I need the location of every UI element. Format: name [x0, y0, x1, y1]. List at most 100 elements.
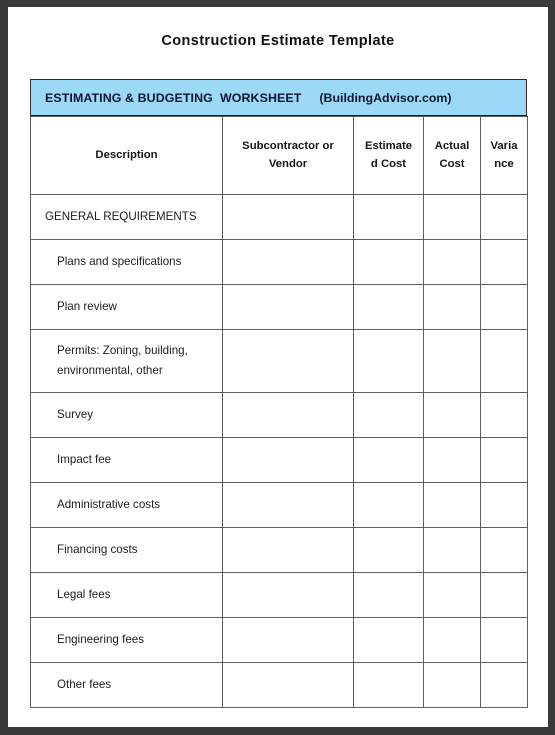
- page-title: Construction Estimate Template: [161, 33, 395, 49]
- table-row: Survey: [30, 392, 528, 438]
- column-header-estimated-cost-line1: Estimate: [364, 140, 413, 152]
- row-actual-cost-cell[interactable]: [423, 392, 481, 438]
- row-description-cell: Legal fees: [30, 572, 223, 618]
- row-actual-cost-cell[interactable]: [423, 329, 481, 393]
- table-body: GENERAL REQUIREMENTS Plans and specificat…: [30, 194, 528, 708]
- column-header-subcontractor: Subcontractor or Vendor: [222, 116, 354, 195]
- row-description-cell: Permits: Zoning, building, environmental,…: [30, 329, 223, 393]
- row-actual-cost-cell[interactable]: [423, 527, 481, 573]
- table-row: Administrative costs: [30, 482, 528, 528]
- row-estimated-cost-cell[interactable]: [353, 617, 424, 663]
- column-header-actual-cost: Actual Cost: [423, 116, 481, 195]
- row-subcontractor-cell[interactable]: [222, 392, 354, 438]
- estimating-worksheet: ESTIMATING & BUDGETING WORKSHEET (Buildi…: [30, 79, 528, 708]
- row-description-cell: Plans and specifications: [30, 239, 223, 285]
- row-description-cell: Other fees: [30, 662, 223, 708]
- estimate-table: Description Subcontractor or Vendor Esti…: [30, 116, 528, 708]
- row-variance-cell[interactable]: [480, 527, 528, 573]
- row-estimated-cost-cell[interactable]: [353, 392, 424, 438]
- table-row: Impact fee: [30, 437, 528, 483]
- table-header: Description Subcontractor or Vendor Esti…: [30, 116, 528, 195]
- row-subcontractor-cell[interactable]: [222, 572, 354, 618]
- row-estimated-cost-cell[interactable]: [353, 527, 424, 573]
- row-subcontractor-cell[interactable]: [222, 329, 354, 393]
- table-row: Plan review: [30, 284, 528, 330]
- row-estimated-cost-cell[interactable]: [353, 662, 424, 708]
- column-header-subcontractor-line2: Vendor: [268, 157, 308, 170]
- row-description-label: Engineering fees: [57, 632, 145, 646]
- row-actual-cost-cell[interactable]: [423, 239, 481, 285]
- row-actual-cost-cell[interactable]: [423, 284, 481, 330]
- row-description-label: Plans and specifications: [57, 254, 182, 268]
- row-subcontractor-cell[interactable]: [222, 662, 354, 708]
- row-actual-cost-cell[interactable]: [423, 662, 481, 708]
- row-estimated-cost-cell[interactable]: [353, 194, 424, 240]
- column-header-variance-line1: Varia: [490, 140, 518, 152]
- row-variance-cell[interactable]: [480, 329, 528, 393]
- row-description-cell: Financing costs: [30, 527, 223, 573]
- worksheet-banner-title: ESTIMATING & BUDGETING WORKSHEET: [45, 90, 302, 105]
- row-subcontractor-cell[interactable]: [222, 617, 354, 663]
- row-subcontractor-cell[interactable]: [222, 194, 354, 240]
- row-description-cell: Impact fee: [30, 437, 223, 483]
- row-description-cell: Administrative costs: [30, 482, 223, 528]
- table-row: Plans and specifications: [30, 239, 528, 285]
- table-row: Legal fees: [30, 572, 528, 618]
- row-description-cell: Plan review: [30, 284, 223, 330]
- row-actual-cost-cell[interactable]: [423, 572, 481, 618]
- row-description-cell: Engineering fees: [30, 617, 223, 663]
- row-description-label: Permits: Zoning, building,: [57, 343, 188, 357]
- row-description-label: Financing costs: [57, 542, 138, 556]
- row-variance-cell[interactable]: [480, 437, 528, 483]
- row-variance-cell[interactable]: [480, 572, 528, 618]
- row-estimated-cost-cell[interactable]: [353, 239, 424, 285]
- row-actual-cost-cell[interactable]: [423, 617, 481, 663]
- row-subcontractor-cell[interactable]: [222, 239, 354, 285]
- column-header-variance-line2: nce: [494, 157, 514, 170]
- column-header-estimated-cost-line2: d Cost: [370, 157, 407, 170]
- column-header-actual-cost-line2: Cost: [439, 157, 465, 170]
- row-description-label: Survey: [57, 407, 94, 421]
- row-actual-cost-cell[interactable]: [423, 437, 481, 483]
- column-header-subcontractor-line1: Subcontractor or: [242, 140, 334, 152]
- row-actual-cost-cell[interactable]: [423, 194, 481, 240]
- row-variance-cell[interactable]: [480, 284, 528, 330]
- row-estimated-cost-cell[interactable]: [353, 572, 424, 618]
- column-header-description: Description: [30, 116, 223, 195]
- row-subcontractor-cell[interactable]: [222, 527, 354, 573]
- document-page: Construction Estimate Template ESTIMATIN…: [8, 7, 548, 727]
- table-row: Engineering fees: [30, 617, 528, 663]
- column-header-actual-cost-line1: Actual: [434, 140, 470, 152]
- row-estimated-cost-cell[interactable]: [353, 284, 424, 330]
- row-subcontractor-cell[interactable]: [222, 284, 354, 330]
- table-row: Permits: Zoning, building, environmental,…: [30, 329, 528, 393]
- row-description-label: GENERAL REQUIREMENTS: [45, 209, 197, 223]
- row-description-label: Other fees: [57, 677, 112, 691]
- row-variance-cell[interactable]: [480, 482, 528, 528]
- row-estimated-cost-cell[interactable]: [353, 329, 424, 393]
- worksheet-banner-site: (BuildingAdvisor.com): [319, 90, 452, 105]
- row-actual-cost-cell[interactable]: [423, 482, 481, 528]
- table-row: Financing costs: [30, 527, 528, 573]
- row-variance-cell[interactable]: [480, 239, 528, 285]
- row-variance-cell[interactable]: [480, 392, 528, 438]
- row-variance-cell[interactable]: [480, 194, 528, 240]
- row-description-label: Legal fees: [57, 587, 111, 601]
- table-row: GENERAL REQUIREMENTS: [30, 194, 528, 240]
- row-variance-cell[interactable]: [480, 662, 528, 708]
- row-description-label-line2: environmental, other: [57, 364, 163, 377]
- row-description-cell: Survey: [30, 392, 223, 438]
- row-description-cell: GENERAL REQUIREMENTS: [30, 194, 223, 240]
- row-description-label: Plan review: [57, 299, 117, 313]
- table-header-row: Description Subcontractor or Vendor Esti…: [30, 116, 528, 195]
- column-header-description-label: Description: [95, 148, 158, 161]
- row-estimated-cost-cell[interactable]: [353, 437, 424, 483]
- row-subcontractor-cell[interactable]: [222, 482, 354, 528]
- row-description-label: Administrative costs: [57, 497, 161, 511]
- table-row: Other fees: [30, 662, 528, 708]
- column-header-estimated-cost: Estimate d Cost: [353, 116, 424, 195]
- column-header-variance: Varia nce: [480, 116, 528, 195]
- row-variance-cell[interactable]: [480, 617, 528, 663]
- row-subcontractor-cell[interactable]: [222, 437, 354, 483]
- row-estimated-cost-cell[interactable]: [353, 482, 424, 528]
